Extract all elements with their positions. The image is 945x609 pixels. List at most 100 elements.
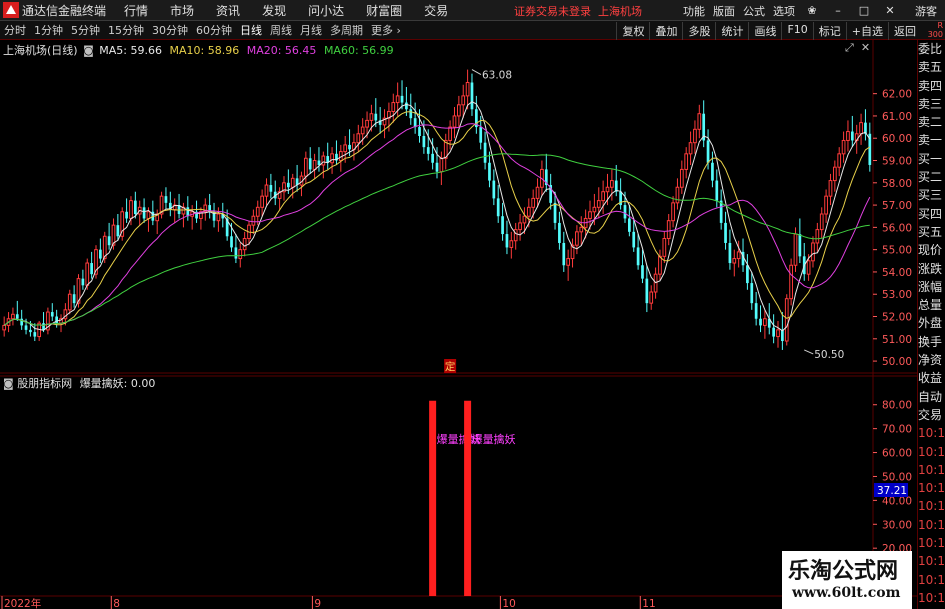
period-multi[interactable]: 多周期 xyxy=(326,22,367,38)
candle-body xyxy=(356,133,361,144)
candle-body xyxy=(658,255,662,275)
candle-body xyxy=(509,240,514,248)
period-15min[interactable]: 15分钟 xyxy=(104,22,148,38)
candle-body xyxy=(90,263,93,275)
menu-news[interactable]: 资讯 xyxy=(216,2,240,19)
period-intraday[interactable]: 分时 xyxy=(0,22,30,38)
period-30min[interactable]: 30分钟 xyxy=(148,22,192,38)
maximize-icon[interactable]: □ xyxy=(855,4,873,17)
candle-body xyxy=(558,222,561,243)
guest-login[interactable]: 游客 xyxy=(915,3,937,19)
kline-chart[interactable]: 63.08 50.50 定 爆量擒妖爆量擒妖 62.00 61.00 60.00 59.0… xyxy=(0,40,917,609)
candle-body xyxy=(579,226,584,233)
ma-lines-layer xyxy=(3,101,871,332)
menu-wealth[interactable]: 财富圈 xyxy=(366,2,402,19)
candle-body xyxy=(679,168,684,188)
candle-body xyxy=(553,202,557,223)
minimize-icon[interactable]: – xyxy=(829,4,847,17)
quote-panel-item: 10:18 xyxy=(918,462,945,477)
quote-panel-item: 10:19 xyxy=(918,590,945,605)
tool-mark[interactable]: 标记 xyxy=(812,22,846,40)
tool-overlay[interactable]: 叠加 xyxy=(649,22,682,40)
tool-back[interactable]: 返回 xyxy=(888,22,921,40)
candle-body xyxy=(505,234,509,248)
candle-body xyxy=(575,231,579,246)
quote-panel-item: 收益 xyxy=(918,371,943,386)
candle-body xyxy=(684,153,689,170)
menu-options[interactable]: 选项 xyxy=(773,3,795,19)
candle-body xyxy=(409,109,413,119)
tool-adjust[interactable]: 复权 xyxy=(616,22,649,40)
min-price-label: 50.50 xyxy=(814,349,844,361)
tool-f10[interactable]: F10 xyxy=(781,22,812,40)
candle-body xyxy=(693,128,697,144)
skin-icon[interactable]: ❀ xyxy=(803,4,821,17)
quote-panel-item: 10:18 xyxy=(918,426,945,441)
candle-body xyxy=(531,197,536,208)
period-5min[interactable]: 5分钟 xyxy=(67,22,104,38)
tool-draw[interactable]: 画线 xyxy=(748,22,781,40)
candle-body xyxy=(706,140,710,163)
candle-body xyxy=(55,316,59,324)
candle-body xyxy=(369,113,374,121)
candle-body xyxy=(811,242,815,262)
menu-function[interactable]: 功能 xyxy=(683,3,705,19)
signal-label: 爆量擒妖 xyxy=(472,432,516,446)
quote-panel-item: 委比 xyxy=(918,42,943,56)
candle-body xyxy=(435,162,439,172)
tool-multi-stock[interactable]: 多股 xyxy=(682,22,715,40)
y-tick-label: 51.00 xyxy=(882,334,912,346)
quote-panel-item: 涨跌 xyxy=(918,261,943,276)
candle-body xyxy=(798,234,802,257)
menu-trade[interactable]: 交易 xyxy=(424,2,448,19)
candle-body xyxy=(405,102,408,110)
quote-panel-item[interactable]: 交易 xyxy=(918,406,945,424)
quote-panel-item: 总量 xyxy=(918,298,943,313)
candle-body xyxy=(67,293,72,311)
candle-body xyxy=(255,206,260,217)
candle-body xyxy=(303,157,308,177)
menu-discover[interactable]: 发现 xyxy=(262,2,286,19)
candle-body xyxy=(711,162,714,181)
period-60min[interactable]: 60分钟 xyxy=(192,22,236,38)
candle-body xyxy=(50,312,54,317)
candle-body xyxy=(422,136,426,148)
candle-body xyxy=(697,113,702,130)
candle-body xyxy=(837,153,842,168)
period-daily[interactable]: 日线 xyxy=(236,22,266,38)
quote-panel-item[interactable]: 自动 xyxy=(918,388,945,406)
period-monthly[interactable]: 月线 xyxy=(296,22,326,38)
period-weekly[interactable]: 周线 xyxy=(266,22,296,38)
signal-bar xyxy=(429,400,437,596)
candle-body xyxy=(348,144,351,150)
close-icon[interactable]: ✕ xyxy=(881,4,899,17)
period-more[interactable]: 更多 › xyxy=(367,22,405,38)
login-status-text: 证券交易未登录 xyxy=(514,5,591,18)
candle-body xyxy=(230,236,233,248)
menu-market[interactable]: 市场 xyxy=(170,2,194,19)
menu-quotes[interactable]: 行情 xyxy=(124,2,148,19)
candle-body xyxy=(518,222,522,231)
tool-add-watchlist[interactable]: +自选 xyxy=(845,22,888,40)
candle-body xyxy=(290,177,295,188)
menu-formula[interactable]: 公式 xyxy=(743,3,765,19)
app-logo-icon xyxy=(3,2,19,18)
app-name: 通达信金融终端 xyxy=(22,3,107,18)
candle-body xyxy=(605,186,610,193)
indicator-tick-label: 50.00 xyxy=(882,471,912,483)
candle-body xyxy=(426,147,430,154)
quote-panel-item: 现价 xyxy=(918,243,943,258)
candle-body xyxy=(793,233,798,266)
candle-body xyxy=(501,216,504,235)
ma60-line xyxy=(3,153,870,326)
quote-panel-item: 10:18 xyxy=(918,481,945,496)
login-status: 证券交易未登录 上海机场 xyxy=(514,3,642,19)
menu-ask[interactable]: 问小达 xyxy=(308,2,344,19)
tool-stats[interactable]: 统计 xyxy=(715,22,748,40)
candle-body xyxy=(470,82,474,110)
period-1min[interactable]: 1分钟 xyxy=(30,22,67,38)
menu-layout[interactable]: 版面 xyxy=(713,3,735,19)
candle-body xyxy=(308,158,312,170)
quote-panel-item: 净资 xyxy=(918,353,943,368)
candle-body xyxy=(479,127,483,143)
